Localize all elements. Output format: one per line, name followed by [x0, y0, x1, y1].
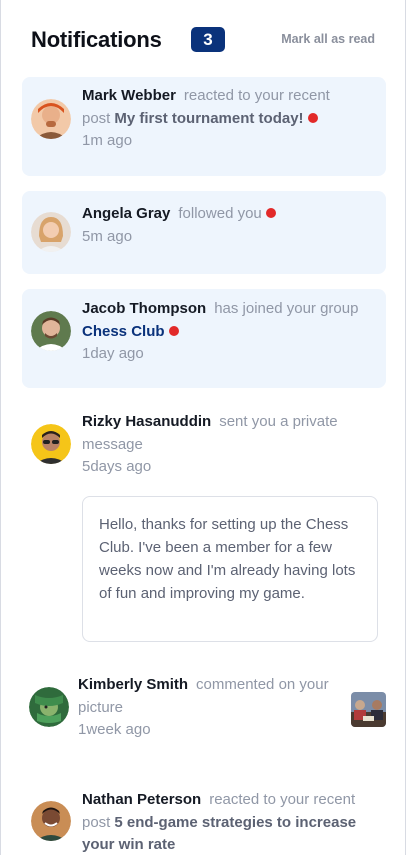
- notification-text: Rizky Hasanuddin sent you a private messa…: [82, 411, 382, 479]
- user-name-link[interactable]: Angela Gray: [82, 205, 170, 222]
- timestamp: 5m ago: [82, 227, 133, 245]
- notification-item[interactable]: Nathan Peterson reacted to your recent po…: [22, 780, 386, 855]
- avatar-kimberly-smith-icon[interactable]: [29, 687, 69, 727]
- user-name-link[interactable]: Jacob Thompson: [82, 300, 206, 317]
- notification-item[interactable]: Angela Gray followed you 5m ago: [22, 191, 386, 274]
- notification-action: has joined your group: [214, 300, 359, 317]
- chess-picture-thumbnail-icon[interactable]: [351, 692, 386, 727]
- unread-dot-icon: [307, 112, 318, 123]
- notification-action: followed you: [178, 205, 262, 222]
- notification-text: Jacob Thompson has joined your group Ches…: [82, 298, 382, 366]
- notification-item[interactable]: Mark Webber reacted to your recent post My…: [22, 77, 386, 176]
- group-link[interactable]: Chess Club: [82, 323, 165, 340]
- page-title: Notifications: [31, 27, 162, 52]
- avatar-mark-webber-icon[interactable]: [31, 99, 71, 139]
- mark-all-as-read-button[interactable]: Mark all as read: [281, 32, 375, 46]
- notification-text: Nathan Peterson reacted to your recent po…: [82, 789, 382, 855]
- avatar-rizky-hasanuddin-icon[interactable]: [31, 424, 71, 464]
- timestamp: 5days ago: [82, 458, 152, 475]
- unread-dot-icon: [168, 325, 179, 336]
- unread-count-badge: 3: [191, 27, 225, 52]
- user-name-link[interactable]: Kimberly Smith: [78, 676, 188, 693]
- notification-item[interactable]: Jacob Thompson has joined your group Ches…: [22, 289, 386, 388]
- notification-text: Mark Webber reacted to your recent post My…: [82, 85, 382, 153]
- private-message-preview[interactable]: Hello, thanks for setting up the Chess C…: [82, 496, 378, 642]
- user-name-link[interactable]: Mark Webber: [82, 87, 176, 104]
- user-name-link[interactable]: Rizky Hasanuddin: [82, 413, 211, 430]
- user-name-link[interactable]: Nathan Peterson: [82, 791, 201, 808]
- timestamp: 1day ago: [82, 345, 144, 362]
- unread-dot-icon: [265, 208, 276, 218]
- notifications-header: Notifications 3 Mark all as read: [1, 0, 405, 76]
- avatar-angela-gray-icon[interactable]: [31, 212, 71, 252]
- post-link[interactable]: 5 end-game strategies to increase your w…: [82, 814, 356, 854]
- notification-item[interactable]: Kimberly Smith commented on your picture …: [22, 666, 386, 750]
- avatar-jacob-thompson-icon[interactable]: [31, 311, 71, 351]
- notification-item[interactable]: Rizky Hasanuddin sent you a private messa…: [22, 402, 386, 486]
- avatar-nathan-peterson-icon[interactable]: [31, 801, 71, 841]
- timestamp: 1m ago: [82, 132, 133, 149]
- notification-text: Kimberly Smith commented on your picture …: [78, 674, 348, 742]
- post-link[interactable]: My first tournament today!: [114, 110, 303, 127]
- timestamp: 1week ago: [78, 721, 151, 738]
- notification-text: Angela Gray followed you 5m ago: [82, 203, 382, 248]
